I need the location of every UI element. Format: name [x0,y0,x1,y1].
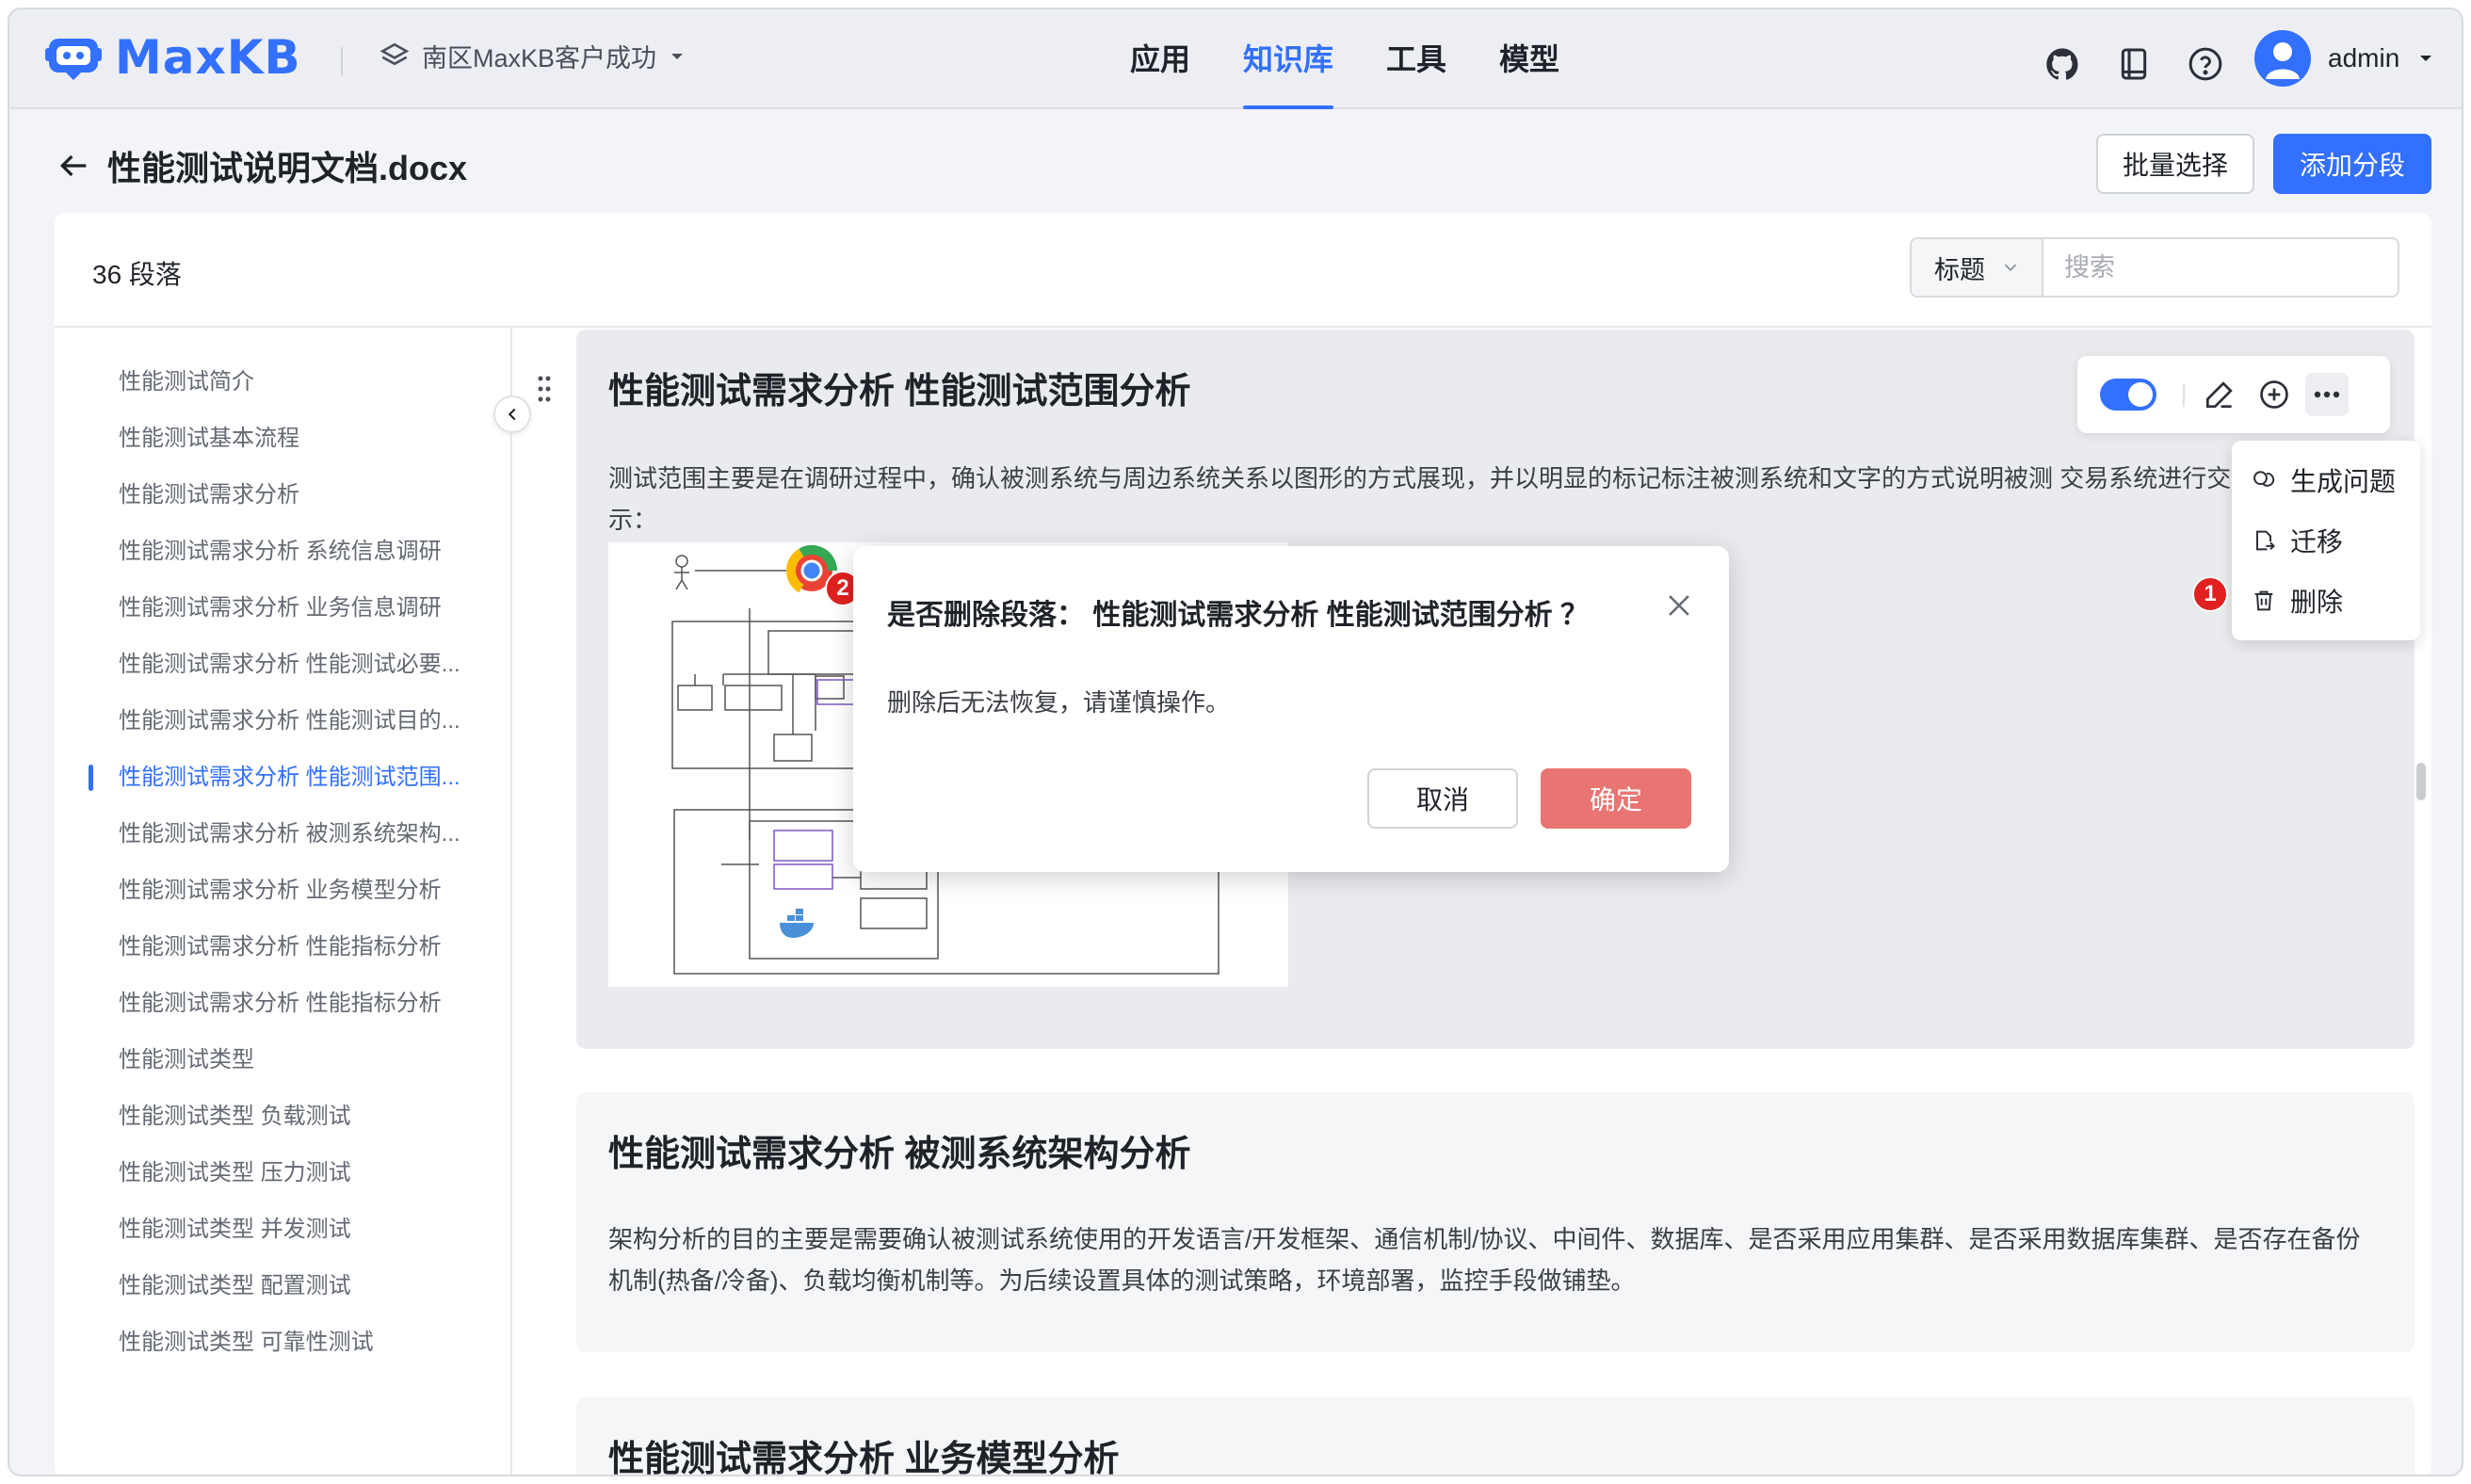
outline-item[interactable]: 性能测试需求分析 性能测试目的... [55,693,469,750]
outline-item[interactable]: 性能测试类型 并发测试 [55,1202,469,1258]
close-icon[interactable] [1663,589,1695,621]
caret-down-icon [2420,56,2432,61]
header-divider [341,47,343,75]
more-dots-icon [2314,391,2340,398]
outline-item[interactable]: 性能测试类型 [55,1032,469,1089]
top-header: MaxKB 南区MaxKB客户成功 应用 知识库 工具 模型 admin [9,9,2462,109]
workspace-name: 南区MaxKB客户成功 [422,44,657,73]
filter-field-value: 标题 [1934,255,1985,284]
outline-item[interactable]: 性能测试需求分析 被测系统架构... [55,806,469,863]
outline-item[interactable]: 性能测试需求分析 业务信息调研 [55,580,469,637]
outline-item[interactable]: 性能测试需求分析 业务模型分析 [55,863,469,919]
segment-card[interactable]: 性能测试需求分析 业务模型分析 [576,1397,2414,1476]
segment-content: 测试范围主要是在调研过程中，确认被测系统与周边系统关系以图形的方式展现，并以明显… [608,464,2379,534]
nav-tools[interactable]: 工具 [1386,9,1446,109]
segment-count: 36 段落 [92,260,182,289]
menu-item-migrate[interactable]: 迁移 [2232,510,2420,571]
add-circle-icon[interactable] [2256,377,2292,412]
chat-icon [2253,471,2275,487]
user-menu[interactable]: admin [2254,30,2435,87]
logo[interactable]: MaxKB [45,30,301,85]
nav-apps[interactable]: 应用 [1130,9,1190,109]
divider [510,328,512,1475]
divider [55,326,2431,328]
step-marker-1: 1 [2192,576,2228,612]
segment-title: 性能测试需求分析 性能测试范围分析 [608,372,1191,411]
scrollbar-thumb[interactable] [2416,763,2426,800]
chevron-left-icon [508,408,516,421]
migrate-icon [2256,530,2275,551]
caret-down-icon [671,53,684,59]
menu-item-delete[interactable]: 删除 [2232,571,2420,631]
batch-select-button[interactable]: 批量选择 [2096,134,2254,194]
nav-knowledge[interactable]: 知识库 [1243,9,1334,109]
outline-item[interactable]: 性能测试需求分析 性能测试范围... [55,750,469,806]
outline-item[interactable]: 性能测试需求分析 性能指标分析 [55,919,469,976]
outline-item[interactable]: 性能测试类型 压力测试 [55,1145,469,1202]
outline-item[interactable]: 性能测试类型 配置测试 [55,1258,469,1315]
filter-field-select[interactable]: 标题 [1912,239,2043,296]
segment-title: 性能测试需求分析 业务模型分析 [608,1440,1120,1476]
edit-icon[interactable] [2202,377,2237,412]
page-title: 性能测试说明文档.docx [107,149,468,187]
drag-handle-icon[interactable] [535,373,554,405]
user-icon [2266,42,2300,79]
outline-item[interactable]: 性能测试需求分析 性能测试必要... [55,637,469,693]
dialog-message: 删除后无法恢复，请谨慎操作。 [887,688,1231,717]
menu-item-label: 生成问题 [2290,467,2397,496]
segment-more-menu: 生成问题 迁移 删除 [2232,441,2420,640]
add-segment-button[interactable]: 添加分段 [2273,134,2431,194]
menu-item-label: 删除 [2290,588,2344,617]
help-icon[interactable] [2187,45,2224,83]
search-input[interactable] [2043,239,2398,296]
segment-card[interactable]: 性能测试需求分析 被测系统架构分析 架构分析的目的主要是需要确认被测试系统使用的… [576,1092,2414,1352]
brand-name: MaxKB [115,30,301,85]
collapse-outline-button[interactable] [493,395,531,433]
nav-models[interactable]: 模型 [1499,9,1559,109]
outline-item[interactable]: 性能测试简介 [55,354,469,411]
maxkb-logo-icon [45,39,102,80]
app-window: MaxKB 南区MaxKB客户成功 应用 知识库 工具 模型 admin 性能测… [8,8,2463,1476]
outline-item[interactable]: 性能测试类型 可靠性测试 [55,1315,469,1371]
dialog-title: 是否删除段落： 性能测试需求分析 性能测试范围分析 ？ [887,600,1590,631]
outline-list: 性能测试简介 性能测试基本流程 性能测试需求分析 性能测试需求分析 系统信息调研 性能测… [55,354,510,1371]
back-arrow-icon[interactable] [55,147,92,185]
search-filter: 标题 [1910,237,2399,298]
book-icon[interactable] [2115,45,2153,83]
divider [2183,384,2185,407]
outline-item[interactable]: 性能测试需求分析 [55,467,469,524]
outline-item[interactable]: 性能测试需求分析 性能指标分析 [55,976,469,1032]
segment-content: 架构分析的目的主要是需要确认被测试系统使用的开发语言/开发框架、通信机制/协议、… [608,1225,2361,1295]
outline-item[interactable]: 性能测试基本流程 [55,411,469,467]
menu-item-generate-questions[interactable]: 生成问题 [2232,450,2420,510]
avatar [2254,30,2311,87]
main-nav: 应用 知识库 工具 模型 [1130,9,1559,109]
outline-item[interactable]: 性能测试类型 负载测试 [55,1089,469,1145]
delete-confirm-dialog: 是否删除段落： 性能测试需求分析 性能测试范围分析 ？ 删除后无法恢复，请谨慎操… [853,546,1729,872]
enable-toggle[interactable] [2100,379,2156,411]
segment-title: 性能测试需求分析 被测系统架构分析 [608,1135,1191,1174]
outline-item[interactable]: 性能测试需求分析 系统信息调研 [55,524,469,580]
header-icons [2043,45,2224,83]
trash-icon [2254,590,2273,611]
github-icon[interactable] [2043,45,2081,83]
more-button[interactable] [2305,373,2349,416]
chevron-down-icon [2004,264,2017,272]
cancel-button[interactable]: 取消 [1367,768,1518,829]
layers-icon [380,42,410,65]
user-name: admin [2328,43,2400,73]
confirm-delete-button[interactable]: 确定 [1541,768,1691,829]
menu-item-label: 迁移 [2290,527,2344,556]
segment-toolbar [2077,356,2390,433]
workspace-selector[interactable]: 南区MaxKB客户成功 [379,38,686,74]
